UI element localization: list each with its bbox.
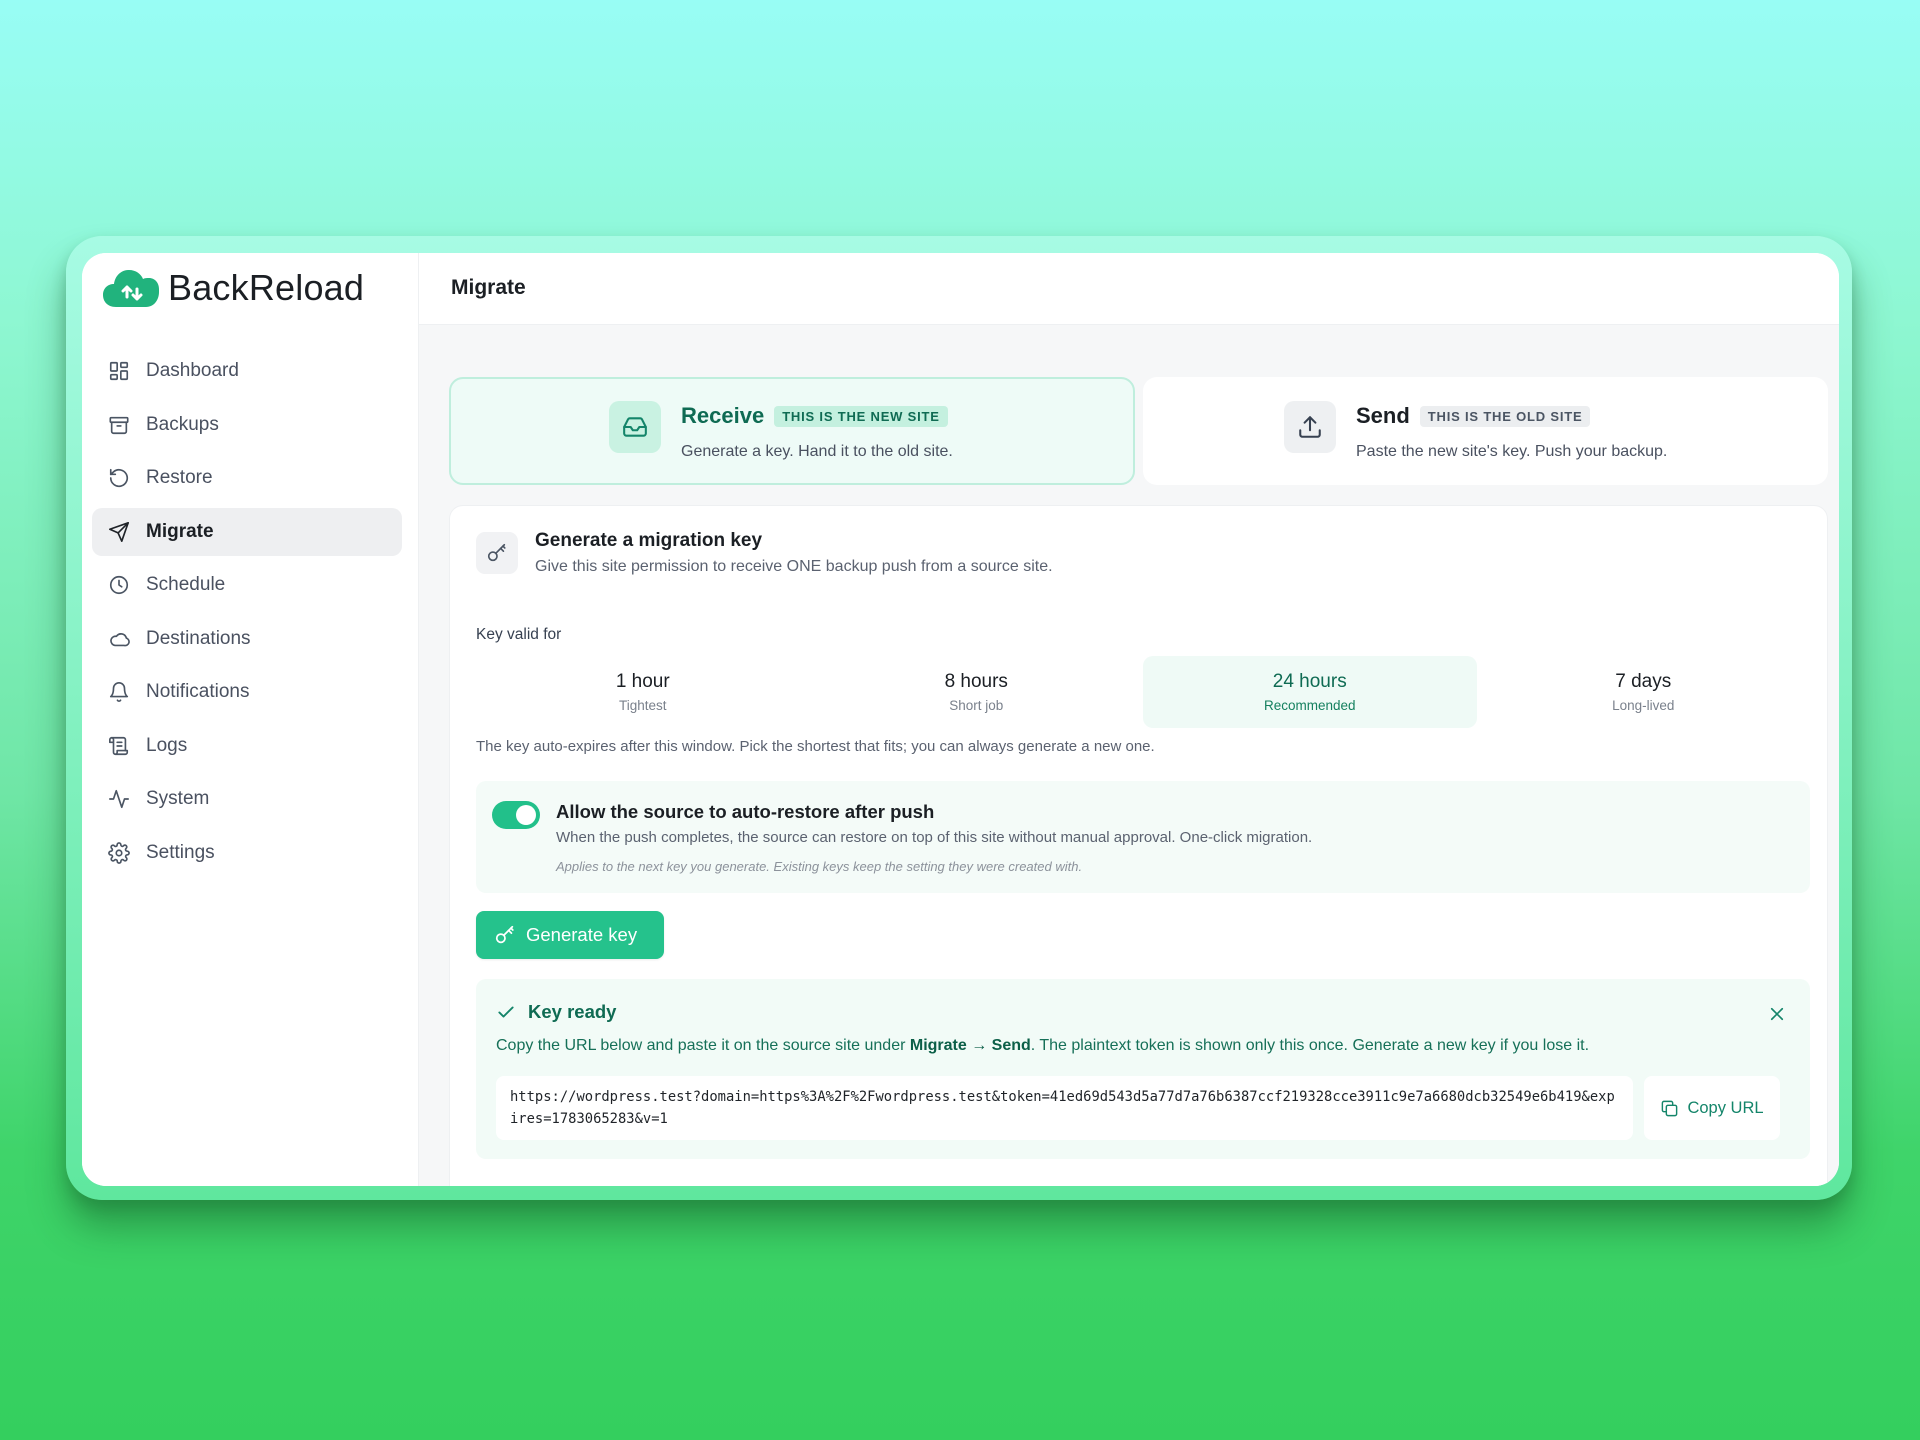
send-mode-card[interactable]: Send THIS IS THE OLD SITE Paste the new … [1143,377,1828,485]
main-content: Receive THIS IS THE NEW SITE Generate a … [419,325,1839,1186]
duration-option-1-hour[interactable]: 1 hour Tightest [476,656,810,728]
cloud-logo-icon [103,270,159,307]
receive-icon-tile [609,401,661,453]
archive-icon [109,416,129,434]
duration-option-8-hours[interactable]: 8 hours Short job [810,656,1144,728]
receive-mode-card[interactable]: Receive THIS IS THE NEW SITE Generate a … [449,377,1135,485]
clock-icon [109,575,129,595]
toggle-knob [516,805,536,825]
migration-key-panel: Generate a migration key Give this site … [449,505,1828,1186]
sidebar-item-notifications[interactable]: Notifications [92,668,402,716]
check-icon [498,1006,514,1018]
gear-icon [108,841,130,864]
sidebar-item-system[interactable]: System [92,775,402,823]
app-window: BackReload Dashboard Backups Restore Mig… [82,253,1839,1186]
dashboard-icon [109,361,129,381]
bell-icon [109,682,129,703]
duration-subtitle: Long-lived [1612,698,1675,713]
duration-option-24-hours[interactable]: 24 hours Recommended [1143,656,1477,728]
duration-title: 7 days [1615,671,1672,692]
send-badge: THIS IS THE OLD SITE [1419,405,1591,427]
receive-header: Receive THIS IS THE NEW SITE [681,403,948,429]
receive-badge: THIS IS THE NEW SITE [774,405,948,427]
receive-description: Generate a key. Hand it to the old site. [681,443,953,460]
key-ready-title: Key ready [528,1001,617,1022]
sidebar-item-label: Destinations [146,627,251,649]
auto-restore-toggle[interactable] [492,801,540,829]
sidebar-item-migrate[interactable]: Migrate [92,507,402,556]
duration-title: 8 hours [944,671,1008,692]
key-icon [495,925,514,944]
duration-title: 1 hour [615,671,670,692]
restore-icon [109,468,129,488]
key-valid-label: Key valid for [476,626,562,643]
inbox-icon [623,417,647,437]
brand[interactable]: BackReload [102,267,364,309]
copy-url-button[interactable]: Copy URL [1644,1076,1780,1140]
brand-name: BackReload [168,267,365,308]
scroll-icon [109,736,129,755]
desc-bold-path: Migrate → Send [909,1037,1031,1054]
copy-icon [1662,1100,1678,1116]
duration-option-7-days[interactable]: 7 days Long-lived [1477,656,1811,728]
sidebar-nav: Dashboard Backups Restore Migrate Schedu… [92,347,402,882]
generate-key-button[interactable]: Generate key [476,911,664,959]
key-ready-description: Copy the URL below and paste it on the s… [496,1037,1589,1055]
auto-restore-description: When the push completes, the source can … [556,829,1313,846]
desc-suffix: . The plaintext token is shown only this… [1030,1037,1590,1054]
sidebar-item-label: Migrate [146,520,214,542]
sidebar-item-label: Schedule [146,574,226,595]
sidebar-item-label: Notifications [146,681,250,702]
cloud-icon [110,632,130,646]
copy-url-label: Copy URL [1687,1098,1764,1117]
sidebar-item-label: Dashboard [146,360,239,381]
duration-note: The key auto-expires after this window. … [476,738,1155,755]
close-alert-button[interactable] [1768,1005,1786,1023]
panel-icon-tile [476,532,518,574]
sidebar-item-destinations[interactable]: Destinations [92,615,402,663]
sidebar-item-backups[interactable]: Backups [92,401,402,449]
activity-icon [109,789,129,809]
sidebar-item-label: Logs [146,734,188,756]
send-icon-tile [1284,401,1336,453]
duration-subtitle: Recommended [1263,698,1356,713]
page-title: Migrate [451,276,526,299]
send-description: Paste the new site's key. Push your back… [1356,443,1668,460]
sidebar-item-logs[interactable]: Logs [92,722,402,770]
panel-title: Generate a migration key [535,530,763,551]
sidebar-item-dashboard[interactable]: Dashboard [92,347,402,395]
key-icon [487,543,506,562]
generate-key-label: Generate key [526,924,638,945]
sidebar-item-restore[interactable]: Restore [92,454,402,502]
duration-title: 24 hours [1272,671,1347,692]
auto-restore-option: Allow the source to auto-restore after p… [476,781,1810,893]
panel-subtitle: Give this site permission to receive ONE… [535,558,1053,575]
upload-icon [1299,416,1321,438]
receive-title: Receive [681,403,765,428]
duration-subtitle: Short job [949,698,1004,713]
key-ready-header: Key ready [496,1001,616,1023]
sidebar: BackReload Dashboard Backups Restore Mig… [82,253,419,1186]
sidebar-item-label: Restore [146,467,213,488]
duration-selector: 1 hour Tightest 8 hours Short job 24 hou… [476,656,1810,728]
sidebar-item-settings[interactable]: Settings [92,829,402,877]
send-header: Send THIS IS THE OLD SITE [1356,403,1591,429]
topbar: Migrate [419,253,1839,325]
desc-prefix: Copy the URL below and paste it on the s… [496,1037,910,1054]
key-ready-alert: Key ready Copy the URL below and paste i… [476,979,1810,1159]
auto-restore-title: Allow the source to auto-restore after p… [556,801,935,822]
sidebar-item-label: Backups [146,413,219,435]
send-title: Send [1356,403,1410,428]
send-icon [109,521,129,542]
duration-subtitle: Tightest [618,698,667,713]
sidebar-item-schedule[interactable]: Schedule [92,561,402,609]
auto-restore-note: Applies to the next key you generate. Ex… [556,859,1083,874]
sidebar-item-label: System [146,788,210,809]
sidebar-item-label: Settings [146,841,215,863]
migration-url-field[interactable]: https://wordpress.test?domain=https%3A%2… [496,1076,1633,1140]
close-icon [1770,1007,1784,1021]
